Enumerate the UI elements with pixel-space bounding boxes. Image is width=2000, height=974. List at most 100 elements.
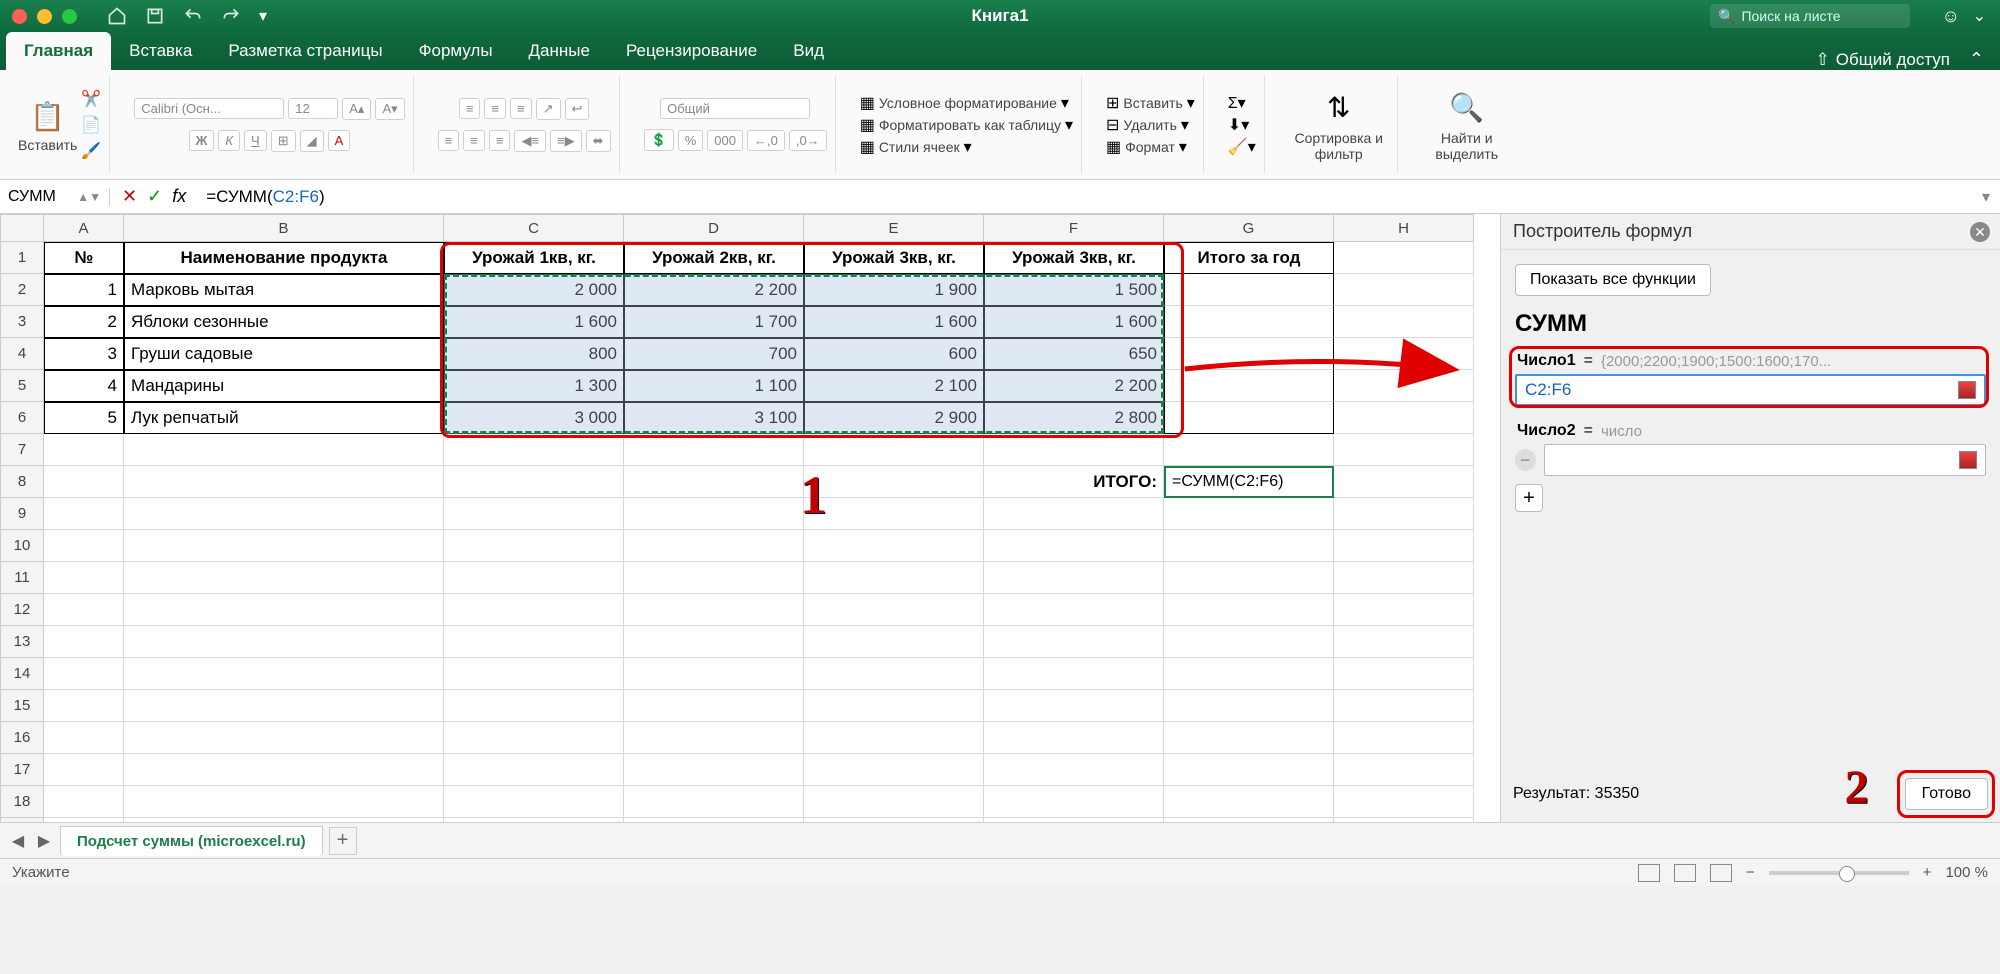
format-button[interactable]: Формат — [1125, 139, 1175, 155]
cell[interactable] — [624, 434, 804, 466]
cell[interactable] — [1334, 658, 1474, 690]
expand-fbar-icon[interactable]: ▾ — [1972, 187, 2000, 207]
qat-dropdown-icon[interactable]: ▾ — [259, 6, 267, 26]
tab-insert[interactable]: Вставка — [111, 32, 210, 70]
orientation-icon[interactable]: ↗ — [536, 98, 561, 120]
cell[interactable] — [44, 658, 124, 690]
cell[interactable] — [624, 498, 804, 530]
cell[interactable] — [984, 530, 1164, 562]
row-header[interactable]: 4 — [0, 338, 44, 370]
cell[interactable] — [124, 466, 444, 498]
cell[interactable]: 600 — [804, 338, 984, 370]
cell[interactable] — [44, 434, 124, 466]
cell[interactable]: 1 500 — [984, 274, 1164, 306]
font-select[interactable]: Calibri (Осн... — [134, 98, 284, 119]
indent-inc-icon[interactable]: ≡▶ — [550, 130, 582, 152]
col-header[interactable]: A — [44, 214, 124, 242]
cell[interactable] — [1164, 658, 1334, 690]
row-header[interactable]: 1 — [0, 242, 44, 274]
cell[interactable] — [1164, 786, 1334, 818]
cell[interactable]: 4 — [44, 370, 124, 402]
cell[interactable]: 1 — [44, 274, 124, 306]
cell[interactable] — [804, 562, 984, 594]
cell[interactable] — [624, 722, 804, 754]
col-header[interactable]: H — [1334, 214, 1474, 242]
titlebar-caret-icon[interactable]: ⌄ — [1973, 6, 1986, 26]
wrap-icon[interactable]: ↩ — [565, 98, 590, 120]
row-header[interactable]: 18 — [0, 786, 44, 818]
align-right-icon[interactable]: ≡ — [489, 130, 511, 151]
indent-dec-icon[interactable]: ◀≡ — [514, 130, 546, 152]
cell[interactable] — [124, 626, 444, 658]
col-header[interactable]: F — [984, 214, 1164, 242]
cell[interactable] — [124, 594, 444, 626]
feedback-icon[interactable]: ☺ — [1942, 6, 1960, 27]
align-top-icon[interactable]: ≡ — [459, 98, 481, 119]
cell[interactable] — [1334, 434, 1474, 466]
cell[interactable]: 2 100 — [804, 370, 984, 402]
cell[interactable] — [44, 690, 124, 722]
cell[interactable]: 1 600 — [984, 306, 1164, 338]
cell[interactable] — [124, 530, 444, 562]
tab-nav-prev-icon[interactable]: ◀ — [8, 831, 28, 851]
range-picker-icon-2[interactable] — [1959, 451, 1977, 469]
confirm-formula-icon[interactable]: ✓ — [147, 186, 162, 207]
cell[interactable] — [1334, 722, 1474, 754]
cell[interactable] — [124, 434, 444, 466]
share-button[interactable]: ⇧ Общий доступ — [1816, 50, 1950, 70]
cell[interactable] — [1164, 562, 1334, 594]
cell[interactable] — [804, 722, 984, 754]
cell[interactable] — [124, 754, 444, 786]
tab-review[interactable]: Рецензирование — [608, 32, 775, 70]
cell[interactable]: 1 600 — [804, 306, 984, 338]
row-header[interactable]: 7 — [0, 434, 44, 466]
row-header[interactable]: 11 — [0, 562, 44, 594]
cell[interactable] — [44, 594, 124, 626]
cell[interactable] — [1164, 306, 1334, 338]
fx-icon[interactable]: fx — [172, 186, 186, 207]
home-icon[interactable] — [107, 6, 127, 26]
row-header[interactable]: 6 — [0, 402, 44, 434]
cell[interactable] — [444, 786, 624, 818]
align-mid-icon[interactable]: ≡ — [484, 98, 506, 119]
cell[interactable] — [804, 818, 984, 822]
fill-color-icon[interactable]: ◢ — [300, 130, 324, 152]
cell[interactable] — [1334, 818, 1474, 822]
increase-font-icon[interactable]: A▴ — [342, 98, 371, 120]
cell[interactable] — [1334, 338, 1474, 370]
cell[interactable] — [804, 434, 984, 466]
cell[interactable]: 1 600 — [444, 306, 624, 338]
col-header[interactable]: E — [804, 214, 984, 242]
cell[interactable] — [444, 818, 624, 822]
cell[interactable] — [1164, 338, 1334, 370]
cell[interactable]: 5 — [44, 402, 124, 434]
cell[interactable] — [984, 562, 1164, 594]
cell[interactable] — [624, 594, 804, 626]
tab-layout[interactable]: Разметка страницы — [210, 32, 400, 70]
cell[interactable] — [1164, 434, 1334, 466]
cell[interactable]: Мандарины — [124, 370, 444, 402]
cell[interactable] — [124, 786, 444, 818]
cell[interactable] — [804, 466, 984, 498]
align-left-icon[interactable]: ≡ — [438, 130, 460, 151]
cell[interactable]: 3 100 — [624, 402, 804, 434]
search-input[interactable]: 🔍 Поиск на листе — [1710, 4, 1910, 28]
cell[interactable]: Урожай 2кв, кг. — [624, 242, 804, 274]
cell[interactable] — [1334, 562, 1474, 594]
close-window[interactable] — [12, 9, 27, 24]
cell[interactable] — [984, 594, 1164, 626]
cancel-formula-icon[interactable]: ✕ — [122, 186, 137, 207]
cell[interactable] — [804, 658, 984, 690]
cell[interactable] — [1164, 594, 1334, 626]
cell[interactable] — [44, 530, 124, 562]
row-header[interactable]: 16 — [0, 722, 44, 754]
row-header[interactable]: 2 — [0, 274, 44, 306]
cell[interactable]: Урожай 1кв, кг. — [444, 242, 624, 274]
dec-decimal-icon[interactable]: ,0→ — [789, 130, 827, 151]
cell[interactable]: 3 — [44, 338, 124, 370]
maximize-window[interactable] — [62, 9, 77, 24]
cell[interactable]: Урожай 3кв, кг. — [804, 242, 984, 274]
row-header[interactable]: 10 — [0, 530, 44, 562]
row-header[interactable]: 12 — [0, 594, 44, 626]
cell[interactable] — [44, 786, 124, 818]
